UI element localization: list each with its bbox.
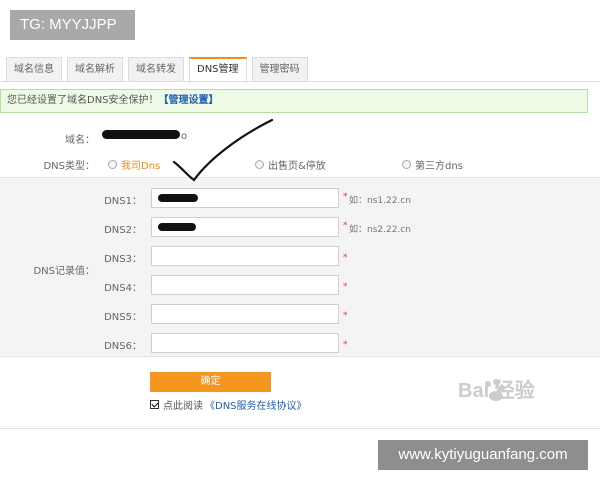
radio-our-dns[interactable]: 我司Dns xyxy=(108,157,160,172)
required-mark: * xyxy=(343,340,348,350)
required-mark: * xyxy=(343,282,348,292)
tab-domain-info[interactable]: 域名信息 xyxy=(6,57,62,82)
domain-value-redacted xyxy=(102,130,180,139)
dns4-label: DNS4： xyxy=(104,283,142,294)
dns1-hint: 如：ns1.22.cn xyxy=(349,196,411,206)
required-mark: * xyxy=(343,253,348,263)
radio-label: 第三方dns xyxy=(415,161,463,172)
required-mark: * xyxy=(343,192,348,202)
dns1-label: DNS1： xyxy=(104,196,142,207)
dns3-input[interactable] xyxy=(151,246,339,266)
manage-settings-link[interactable]: 【管理设置】 xyxy=(159,95,219,106)
required-mark: * xyxy=(343,221,348,231)
required-mark: * xyxy=(343,311,348,321)
dns6-label: DNS6： xyxy=(104,341,142,352)
radio-circle[interactable] xyxy=(402,160,411,169)
paw-icon xyxy=(485,379,505,401)
dns-record-label: DNS记录值： xyxy=(33,266,95,277)
radio-circle[interactable] xyxy=(108,160,117,169)
dns2-hint: 如：ns2.22.cn xyxy=(349,225,411,235)
tab-manage-password[interactable]: 管理密码 xyxy=(251,57,308,82)
agree-checkbox[interactable] xyxy=(150,400,159,409)
radio-third-party-dns[interactable]: 第三方dns xyxy=(402,157,463,172)
tab-domain-forward[interactable]: 域名转发 xyxy=(128,57,184,82)
handwritten-checkmark-icon xyxy=(172,118,274,182)
agree-text: 点此阅读 xyxy=(163,401,203,412)
notice-text: 您已经设置了域名DNS安全保护！ xyxy=(7,95,159,106)
security-notice: 您已经设置了域名DNS安全保护！【管理设置】 xyxy=(0,89,588,113)
domain-label: 域名： xyxy=(65,135,95,146)
tab-bar: 域名信息 域名解析 域名转发 DNS管理 管理密码 xyxy=(6,57,313,83)
agreement-link[interactable]: 《DNS服务在线协议》 xyxy=(205,397,307,412)
dns5-input[interactable] xyxy=(151,304,339,324)
radio-label: 我司Dns xyxy=(121,161,161,172)
dns3-label: DNS3： xyxy=(104,254,142,265)
dns-type-label: DNS类型： xyxy=(43,161,95,172)
dns4-input[interactable] xyxy=(151,275,339,295)
tab-divider xyxy=(0,81,600,82)
footer-divider xyxy=(0,428,600,429)
dns1-value-redacted xyxy=(158,194,198,202)
tab-domain-resolve[interactable]: 域名解析 xyxy=(67,57,123,82)
dns5-label: DNS5： xyxy=(104,312,142,323)
dns6-input[interactable] xyxy=(151,333,339,353)
agreement-row: 点此阅读 《DNS服务在线协议》 xyxy=(150,397,307,412)
tab-dns-management[interactable]: DNS管理 xyxy=(189,57,247,83)
dns2-value-redacted xyxy=(158,223,196,231)
submit-button[interactable]: 确定 xyxy=(150,372,271,392)
site-watermark: www.kytiyuguanfang.com xyxy=(378,440,588,470)
dns-record-section: DNS记录值： DNS1： * 如：ns1.22.cn DNS2： * 如：ns… xyxy=(0,177,600,357)
tg-watermark: TG: MYYJJPP xyxy=(10,10,135,40)
dns2-label: DNS2： xyxy=(104,225,142,236)
